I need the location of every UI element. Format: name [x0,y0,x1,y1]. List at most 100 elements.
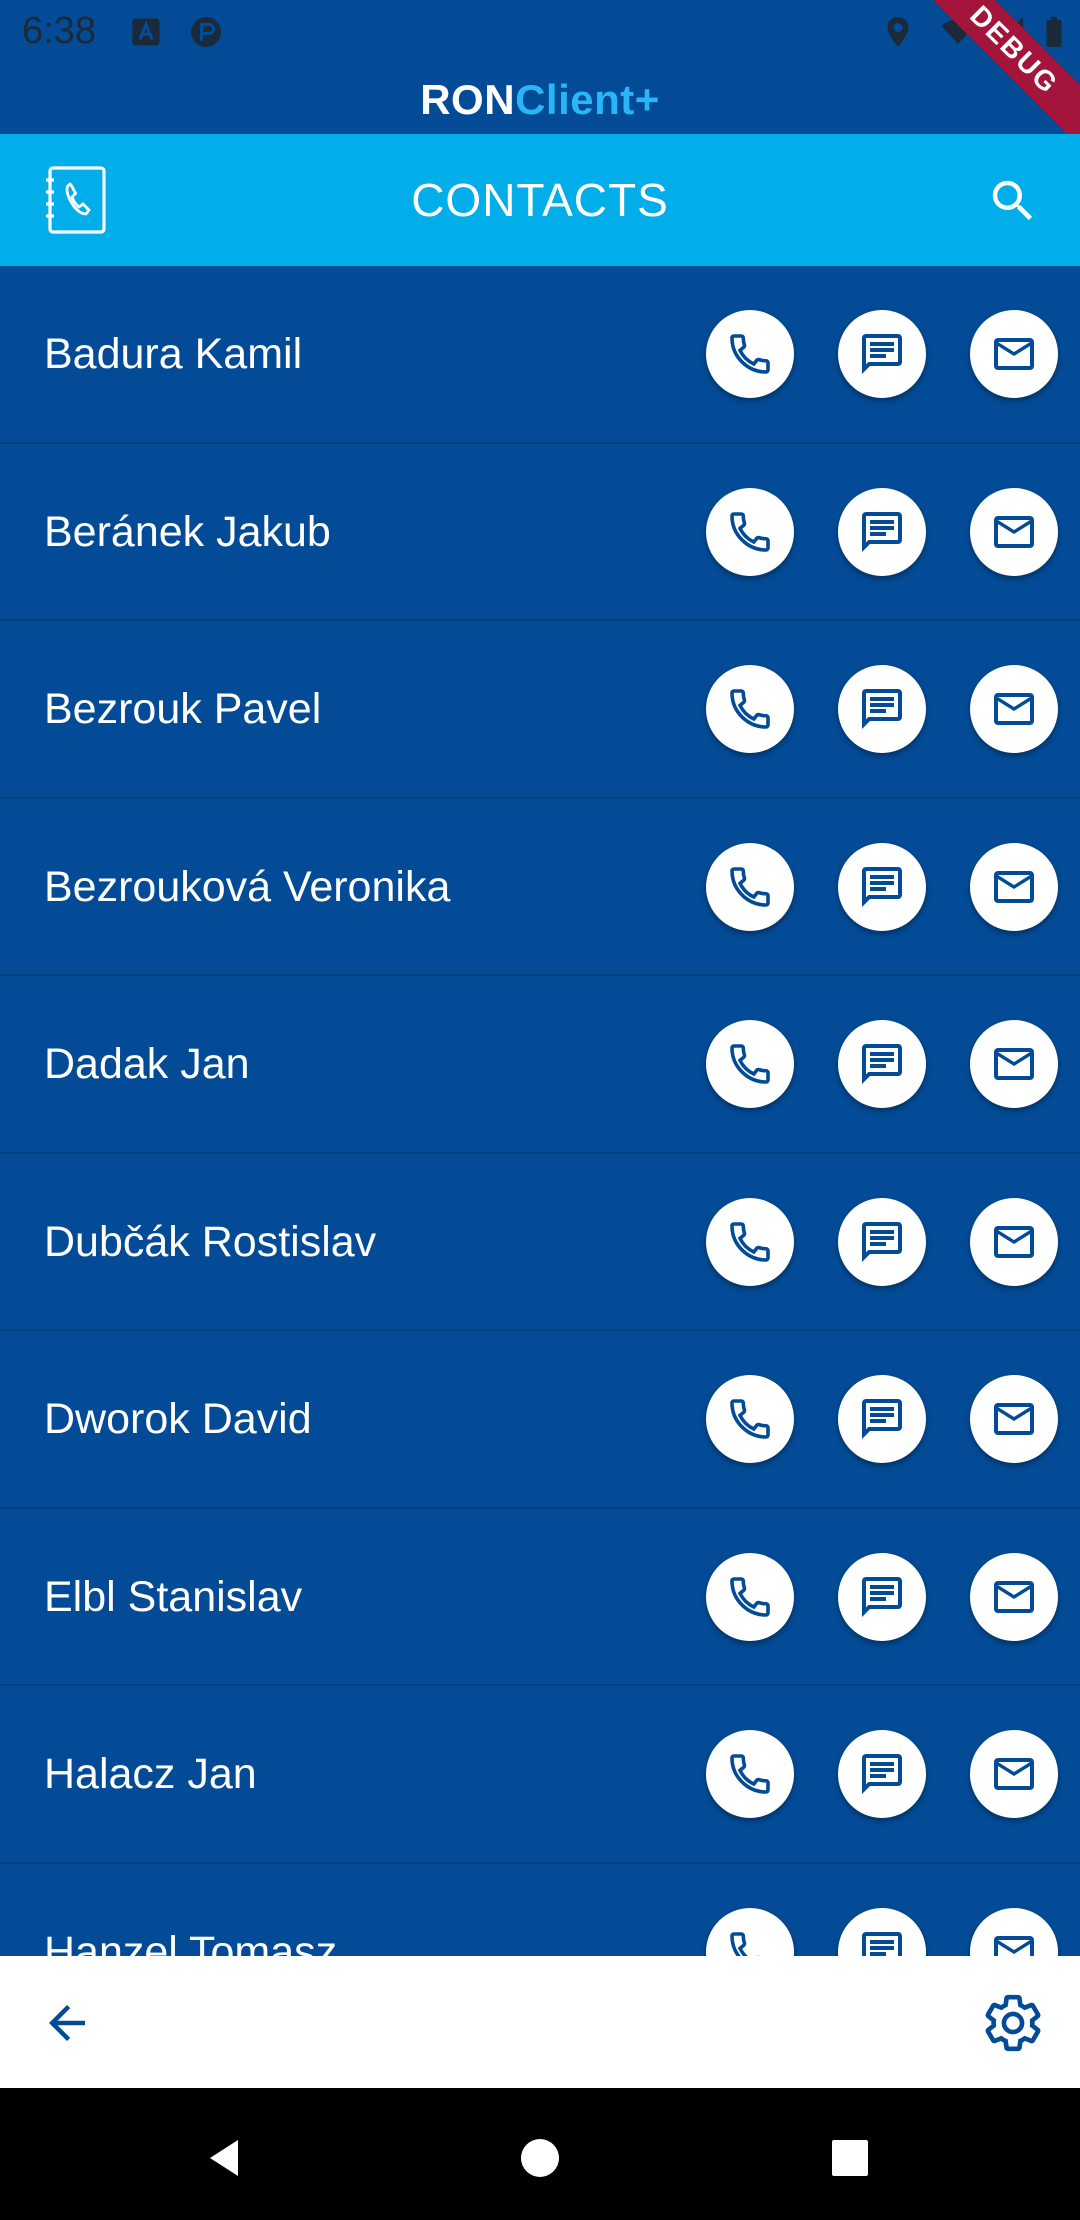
message-icon [862,511,902,552]
message-button[interactable] [838,1197,926,1286]
mail-button[interactable] [970,842,1058,931]
brand-part-2: Client+ [515,76,660,123]
brand-logo: RONClient+ [420,76,660,123]
contact-name: Hanzel Tomasz [44,1927,338,1957]
mail-button[interactable] [970,1552,1058,1641]
contact-name: Dubčák Rostislav [44,1217,377,1266]
phone-icon [730,1221,770,1262]
status-bar: 6:38 [0,0,1080,66]
call-button[interactable] [706,1907,794,1956]
mail-icon [994,1758,1034,1790]
mail-button[interactable] [970,1375,1058,1463]
mail-icon [994,1580,1034,1613]
contact-name: Bezrouková Veronika [44,862,451,911]
contact-row[interactable]: Dworok David [0,1331,1080,1509]
brand-part-1: RON [420,76,516,123]
contact-name: Dadak Jan [44,1040,250,1088]
contact-row[interactable]: Dadak Jan [0,976,1080,1154]
call-button[interactable] [706,1730,794,1818]
phone-icon [730,1931,762,1956]
message-button[interactable] [838,842,926,931]
call-button[interactable] [706,1552,794,1641]
contact-name: Bezrouk Pavel [44,685,322,733]
message-button[interactable] [838,1375,926,1463]
call-button[interactable] [706,1375,794,1463]
contact-row[interactable]: Halacz Jan [0,1686,1080,1864]
gear-icon[interactable] [982,1992,1044,2054]
contact-name: Badura Kamil [44,330,303,378]
message-button[interactable] [838,310,926,398]
mail-icon [994,1935,1034,1956]
mail-button[interactable] [970,310,1058,398]
nav-home-icon[interactable] [516,2134,564,2182]
contact-row[interactable]: Badura Kamil [0,266,1080,444]
phone-icon [730,866,770,907]
mail-button[interactable] [970,1730,1058,1818]
message-button[interactable] [838,1552,926,1641]
call-button[interactable] [706,1197,794,1286]
message-button[interactable] [838,487,926,576]
message-icon [862,1399,902,1439]
message-icon [862,1754,902,1794]
mail-icon [994,515,1034,548]
nav-recents-icon[interactable] [826,2134,874,2182]
status-time: 6:38 [22,10,96,52]
mail-icon [994,1225,1034,1258]
app-notification-icon [191,17,221,47]
call-button[interactable] [706,842,794,931]
message-button[interactable] [838,665,926,753]
contact-row[interactable]: Hanzel Tomasz [0,1864,1080,1957]
mail-button[interactable] [970,1020,1058,1108]
message-button[interactable] [838,1730,926,1818]
mail-button[interactable] [970,665,1058,753]
message-icon [862,866,902,907]
phone-icon [730,1044,770,1084]
contact-row[interactable]: Elbl Stanislav [0,1509,1080,1686]
call-button[interactable] [706,487,794,576]
message-icon [862,334,902,374]
call-button[interactable] [706,1020,794,1108]
page-title: CONTACTS [411,174,669,226]
message-button[interactable] [838,1020,926,1108]
message-button[interactable] [838,1907,926,1956]
contact-name: Dworok David [44,1395,312,1443]
phone-icon [730,689,770,729]
system-nav-bar [0,2088,1080,2220]
contact-row[interactable]: Bezrouk Pavel [0,621,1080,799]
app-bar: CONTACTS [0,134,1080,266]
call-button[interactable] [706,665,794,753]
contact-name: Beránek Jakub [44,507,331,556]
phone-icon [730,1754,770,1794]
brand-bar: RONClient+ [0,66,1080,134]
call-button[interactable] [706,310,794,398]
message-icon [862,1044,902,1084]
search-icon[interactable] [986,174,1040,228]
nav-back-icon[interactable] [200,2134,248,2182]
a-notification-icon [132,18,160,46]
contact-name: Halacz Jan [44,1750,257,1798]
contacts-list[interactable]: Badura Kamil Beránek Jakub Bezrouk Pavel… [0,266,1080,1956]
battery-icon [1046,17,1062,47]
contact-row[interactable]: Dubčák Rostislav [0,1154,1080,1331]
location-icon [887,17,909,47]
message-icon [862,1576,902,1617]
contact-row[interactable]: Bezrouková Veronika [0,799,1080,976]
mail-button[interactable] [970,1907,1058,1956]
contact-name: Elbl Stanislav [44,1572,303,1621]
mail-button[interactable] [970,487,1058,576]
message-icon [862,689,902,729]
message-icon [862,1221,902,1262]
mail-icon [994,870,1034,903]
mail-icon [994,1403,1034,1435]
arrow-back-icon[interactable] [40,1996,94,2050]
mail-icon [994,338,1034,370]
phone-icon [730,1576,770,1617]
contact-row[interactable]: Beránek Jakub [0,444,1080,621]
message-icon [862,1931,902,1956]
bottom-bar [0,1956,1080,2088]
phone-icon [730,511,770,552]
mail-button[interactable] [970,1197,1058,1286]
mail-icon [994,693,1034,725]
mail-icon [994,1048,1034,1080]
phone-icon [730,334,770,374]
